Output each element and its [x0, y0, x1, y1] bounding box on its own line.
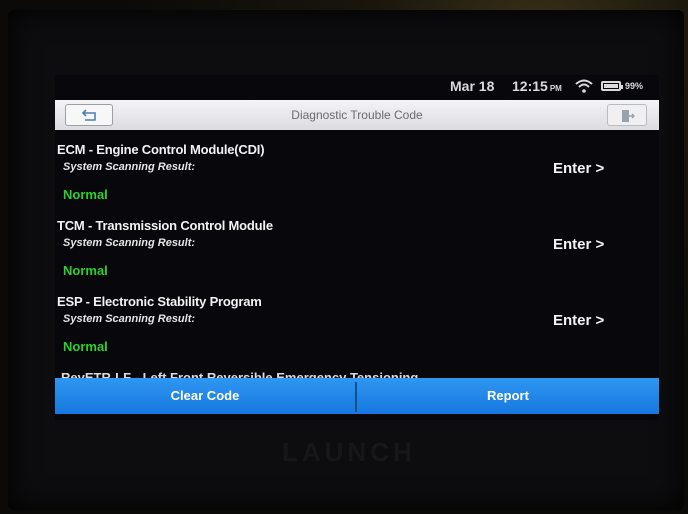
module-status: Normal	[63, 263, 108, 278]
module-item-partial[interactable]: RevETR-LF - Left Front Reversible Emerge…	[55, 367, 659, 378]
clear-code-button[interactable]: Clear Code	[55, 378, 355, 414]
module-list: ECM - Engine Control Module(CDI) System …	[55, 132, 659, 378]
page-title: Diagnostic Trouble Code	[291, 108, 423, 122]
brand-logo: LAUNCH	[282, 437, 416, 467]
module-item-ecm: ECM - Engine Control Module(CDI) System …	[55, 132, 659, 208]
module-status: Normal	[63, 339, 108, 354]
enter-button-tcm[interactable]: Enter >	[553, 236, 604, 253]
device-screen: Mar 18 12:15 PM 99% Diagnostic Trouble Co…	[55, 75, 659, 420]
enter-button-ecm[interactable]: Enter >	[553, 160, 604, 177]
status-time: 12:15 PM	[512, 78, 562, 94]
report-button[interactable]: Report	[357, 378, 659, 414]
module-item-esp: ESP - Electronic Stability Program Syste…	[55, 284, 659, 360]
title-bar: Diagnostic Trouble Code	[55, 100, 659, 130]
battery-icon	[601, 81, 623, 91]
module-title: ECM - Engine Control Module(CDI)	[57, 142, 265, 157]
status-bar: Mar 18 12:15 PM 99%	[55, 75, 659, 98]
action-bar: Clear Code Report	[55, 378, 659, 414]
module-title: ESP - Electronic Stability Program	[57, 294, 262, 309]
status-date: Mar 18	[450, 78, 495, 94]
module-scan-label: System Scanning Result:	[63, 237, 196, 249]
wifi-icon	[575, 79, 593, 93]
module-item-tcm: TCM - Transmission Control Module System…	[55, 208, 659, 284]
battery-percent: 99%	[625, 81, 644, 91]
module-title: RevETR-LF - Left Front Reversible Emerge…	[61, 370, 419, 378]
module-title: TCM - Transmission Control Module	[57, 218, 273, 233]
enter-button-esp[interactable]: Enter >	[553, 312, 604, 329]
exit-icon	[622, 110, 635, 122]
module-scan-label: System Scanning Result:	[63, 313, 196, 325]
module-scan-label: System Scanning Result:	[63, 161, 196, 173]
module-status: Normal	[63, 187, 108, 202]
exit-button[interactable]	[607, 104, 647, 126]
